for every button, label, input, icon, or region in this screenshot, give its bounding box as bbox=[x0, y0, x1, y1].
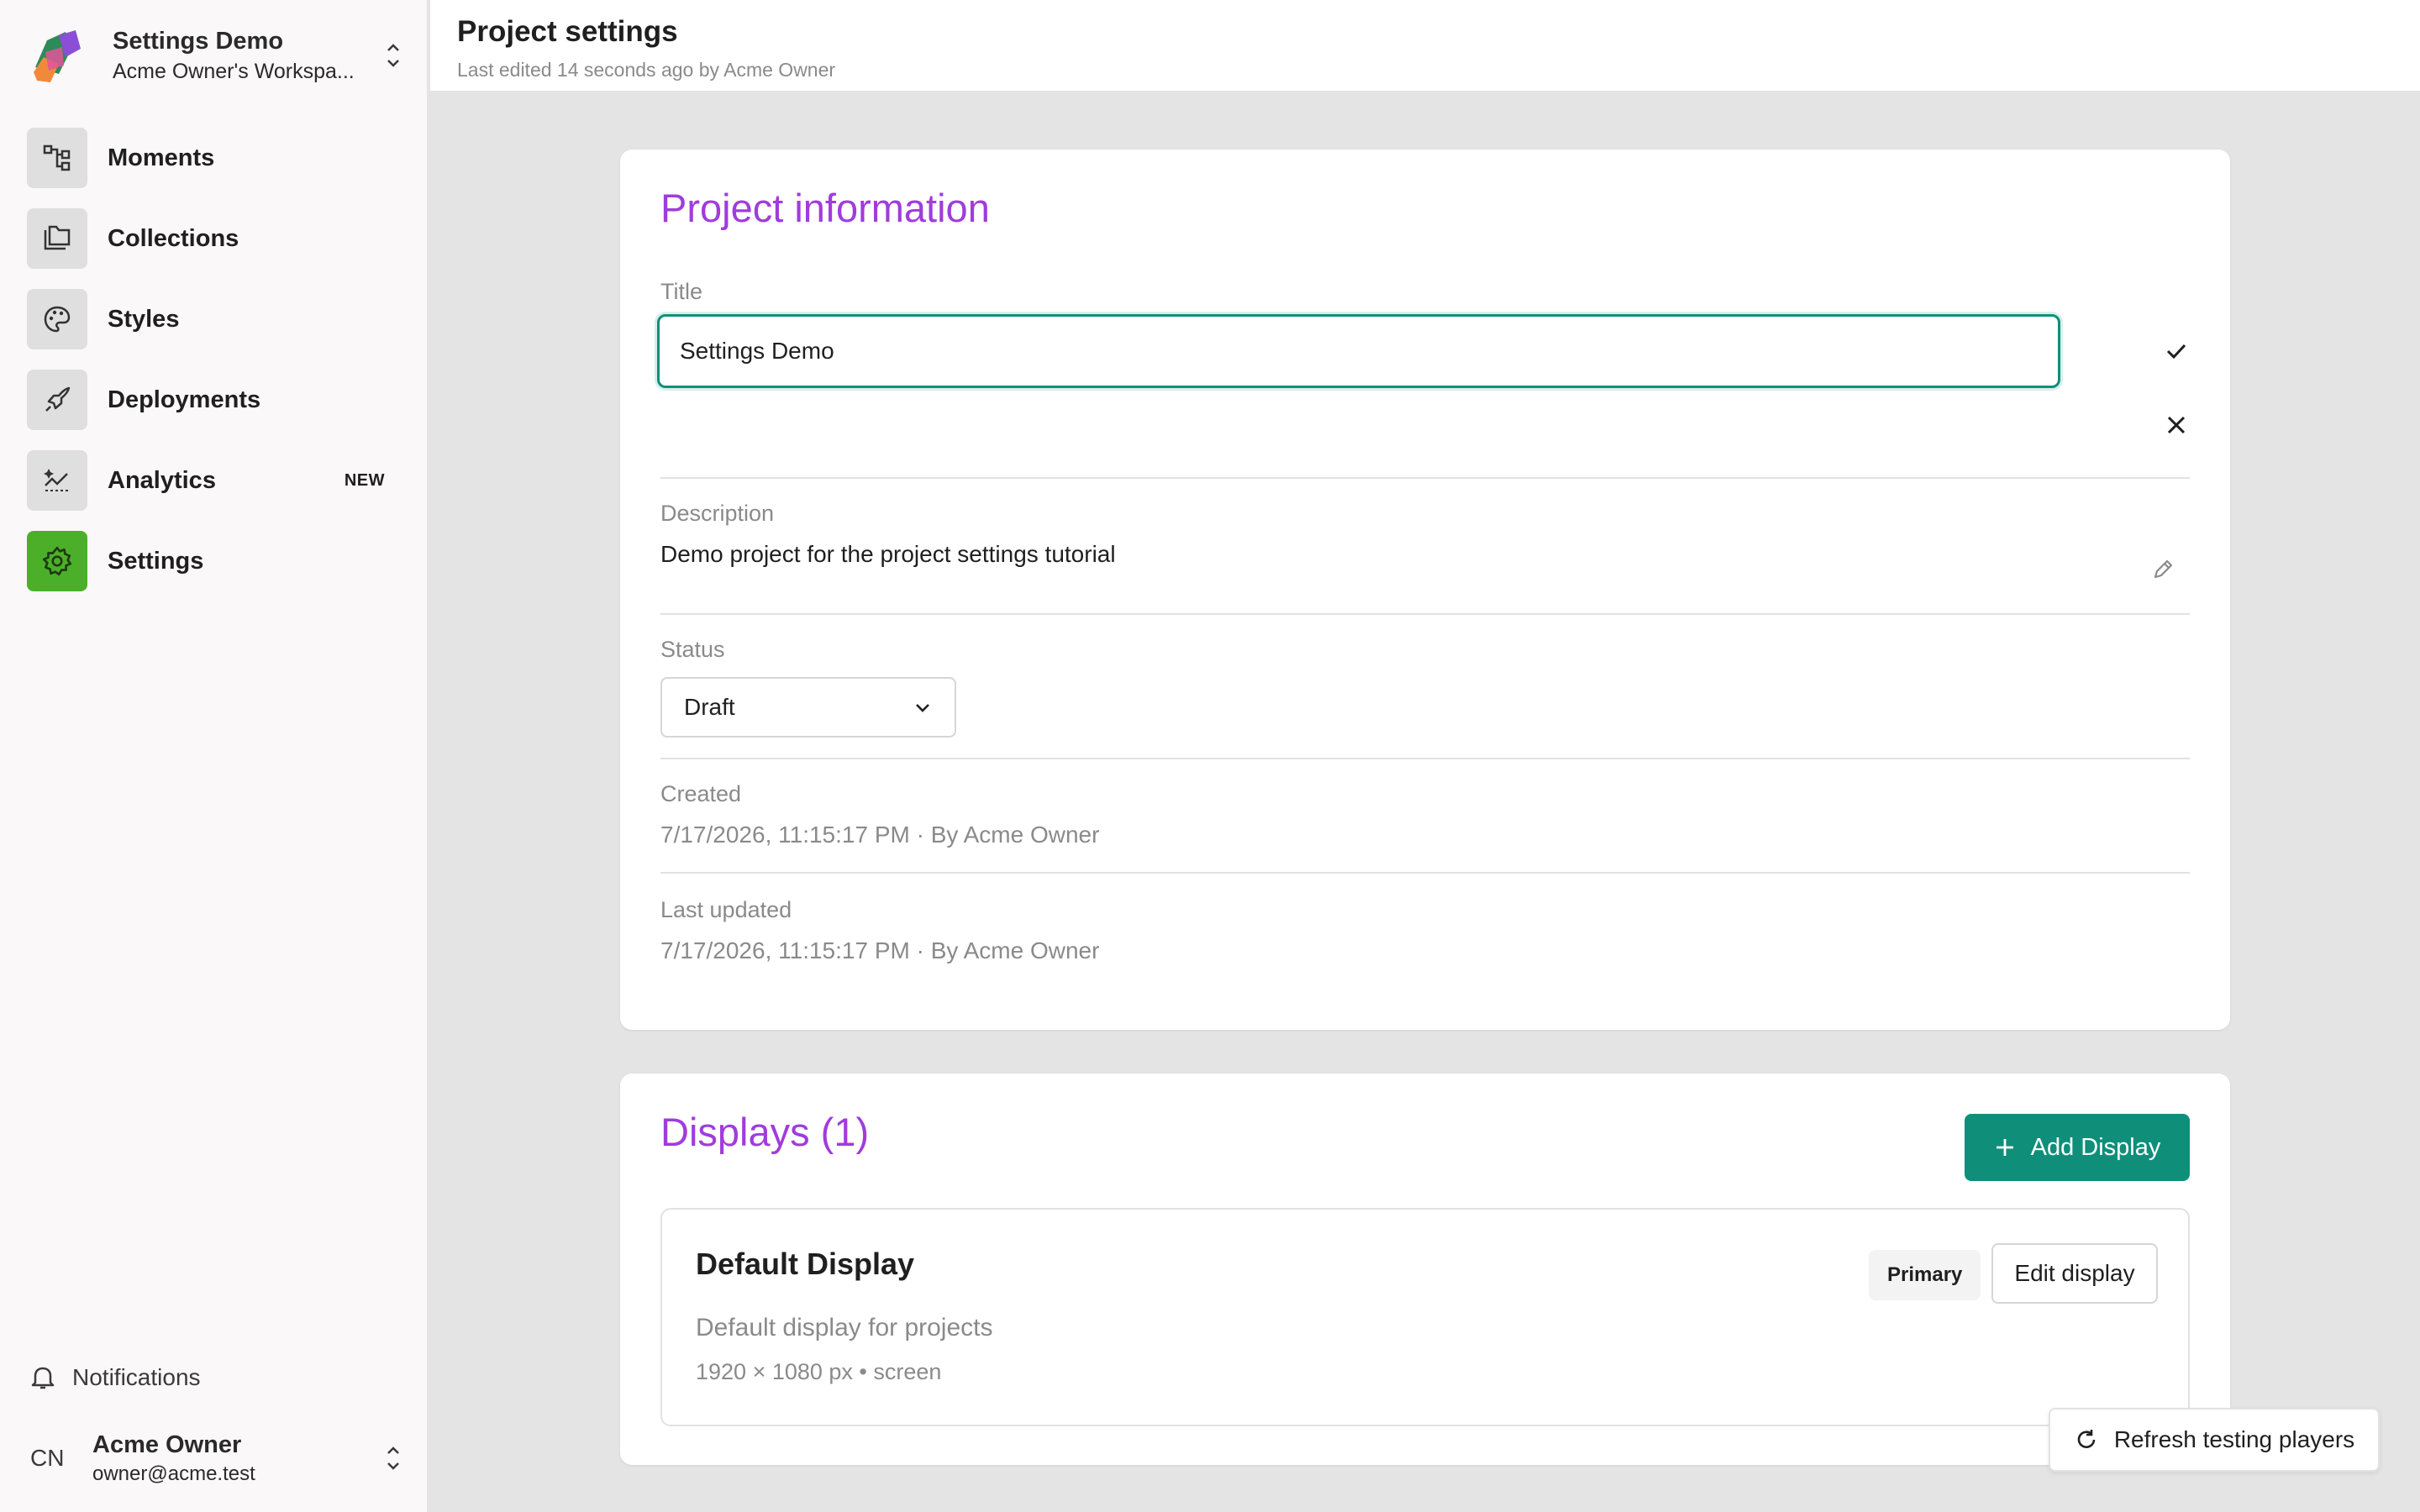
title-input[interactable] bbox=[657, 314, 2060, 388]
sidebar-item-moments[interactable]: Moments bbox=[27, 126, 405, 190]
pencil-icon bbox=[2154, 559, 2173, 579]
new-badge: NEW bbox=[344, 470, 385, 490]
avatar: CN bbox=[30, 1445, 65, 1471]
sidebar-item-label: Collections bbox=[108, 224, 239, 252]
project-name: Settings Demo bbox=[113, 28, 284, 55]
divider bbox=[660, 872, 2190, 874]
display-meta: 1920 × 1080 px • screen bbox=[696, 1359, 942, 1384]
palette-icon bbox=[27, 289, 87, 349]
gear-icon bbox=[27, 531, 87, 591]
sidebar-item-label: Deployments bbox=[108, 386, 261, 413]
project-information-heading: Project information bbox=[660, 186, 990, 230]
sidebar-item-label: Analytics bbox=[108, 466, 216, 494]
confirm-button[interactable] bbox=[2156, 331, 2196, 371]
last-updated-label: Last updated bbox=[660, 897, 792, 922]
status-value: Draft bbox=[684, 694, 735, 720]
sidebar-item-styles[interactable]: Styles bbox=[27, 287, 405, 351]
add-display-label: Add Display bbox=[2030, 1133, 2161, 1161]
chevron-up-down-icon bbox=[387, 1446, 399, 1470]
divider bbox=[660, 613, 2190, 615]
last-updated-value: 7/17/2026, 11:15:17 PM · By Acme Owner bbox=[660, 937, 1100, 963]
project-information-card: Project information Title Description De… bbox=[620, 150, 2230, 1030]
refresh-testing-players-button[interactable]: Refresh testing players bbox=[2049, 1408, 2380, 1472]
last-edited-text: Last edited 14 seconds ago by Acme Owner bbox=[457, 59, 836, 81]
sidebar-item-label: Moments bbox=[108, 144, 215, 171]
status-select[interactable]: Draft bbox=[660, 677, 956, 738]
sidebar-item-label: Styles bbox=[108, 305, 180, 333]
workspace-switcher[interactable]: Settings Demo Acme Owner's Workspa... bbox=[25, 22, 403, 89]
sidebar-nav: Moments Collections Styles Deployments A… bbox=[27, 126, 405, 610]
edit-description-button[interactable] bbox=[2143, 549, 2183, 590]
title-label: Title bbox=[660, 279, 703, 304]
analytics-icon bbox=[27, 450, 87, 511]
app-logo-icon bbox=[34, 30, 81, 82]
primary-badge: Primary bbox=[1869, 1250, 1981, 1300]
notifications-link[interactable]: Notifications bbox=[30, 1364, 201, 1391]
display-name: Default Display bbox=[696, 1247, 915, 1281]
check-icon bbox=[2166, 344, 2186, 360]
created-value: 7/17/2026, 11:15:17 PM · By Acme Owner bbox=[660, 822, 1100, 848]
page-title: Project settings bbox=[457, 15, 678, 48]
display-description: Default display for projects bbox=[696, 1314, 993, 1341]
user-email: owner@acme.test bbox=[92, 1462, 255, 1485]
divider bbox=[660, 477, 2190, 479]
displays-card: Displays (1) Add Display Default Display… bbox=[620, 1074, 2230, 1465]
chevron-up-down-icon bbox=[387, 44, 399, 67]
displays-heading: Displays (1) bbox=[660, 1110, 870, 1154]
bell-icon bbox=[31, 1367, 55, 1389]
sidebar-item-analytics[interactable]: Analytics NEW bbox=[27, 449, 405, 512]
sidebar-item-collections[interactable]: Collections bbox=[27, 207, 405, 270]
workspace-name: Acme Owner's Workspa... bbox=[113, 60, 355, 83]
rocket-icon bbox=[27, 370, 87, 430]
sidebar-item-deployments[interactable]: Deployments bbox=[27, 368, 405, 432]
folders-icon bbox=[27, 208, 87, 269]
flow-icon bbox=[27, 128, 87, 188]
notifications-label: Notifications bbox=[72, 1364, 201, 1390]
created-label: Created bbox=[660, 781, 742, 806]
description-label: Description bbox=[660, 501, 775, 526]
sidebar-item-settings[interactable]: Settings bbox=[27, 529, 405, 593]
description-value: Demo project for the project settings tu… bbox=[660, 541, 1116, 567]
sidebar-item-label: Settings bbox=[108, 547, 204, 575]
plus-icon bbox=[1996, 1139, 2013, 1156]
page-header: Project settings Last edited 14 seconds … bbox=[430, 0, 2420, 92]
chevron-down-icon bbox=[916, 704, 929, 712]
edit-display-button[interactable]: Edit display bbox=[1991, 1243, 2158, 1304]
refresh-label: Refresh testing players bbox=[2113, 1426, 2355, 1452]
refresh-icon bbox=[2077, 1430, 2096, 1448]
cancel-button[interactable] bbox=[2156, 405, 2196, 445]
display-item: Default Display Default display for proj… bbox=[660, 1208, 2190, 1426]
user-name: Acme Owner bbox=[92, 1431, 242, 1458]
close-icon bbox=[2167, 416, 2186, 434]
user-menu[interactable]: CN Acme Owner owner@acme.test bbox=[30, 1425, 403, 1492]
sidebar: Settings Demo Acme Owner's Workspa... Mo… bbox=[0, 0, 429, 1512]
add-display-button[interactable]: Add Display bbox=[1965, 1114, 2190, 1181]
status-label: Status bbox=[660, 637, 725, 662]
divider bbox=[660, 758, 2190, 759]
